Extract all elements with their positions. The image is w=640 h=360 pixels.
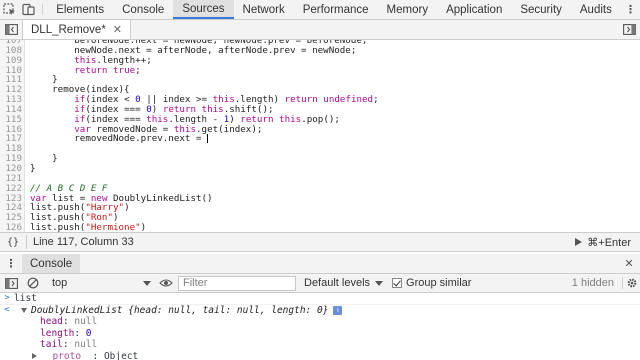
more-options-icon[interactable]: ⋮ xyxy=(621,0,640,19)
text-cursor xyxy=(207,134,209,144)
device-toolbar-icon[interactable] xyxy=(19,0,38,19)
dropdown-arrow-icon xyxy=(143,280,151,286)
property-name: tail xyxy=(40,339,63,350)
tab-elements[interactable]: Elements xyxy=(47,0,113,19)
property-name: head xyxy=(40,316,63,327)
tab-sources[interactable]: Sources xyxy=(173,0,234,19)
object-property-row: tail: null xyxy=(0,339,640,351)
context-label: top xyxy=(52,277,68,289)
property-value: null xyxy=(74,339,98,350)
cursor-position: Line 117, Column 33 xyxy=(33,236,134,248)
console-toolbar: top Default levels Group similar 1 hidde… xyxy=(0,274,640,293)
tab-console[interactable]: Console xyxy=(113,0,173,19)
tab-performance[interactable]: Performance xyxy=(294,0,378,19)
code-line[interactable]: 126 list.push("Hermione") xyxy=(0,223,640,232)
file-tab[interactable]: DLL_Remove* ✕ xyxy=(22,20,132,39)
tab-application[interactable]: Application xyxy=(437,0,511,19)
checkbox-checked-icon[interactable] xyxy=(392,278,403,288)
toolbar-divider xyxy=(42,4,44,15)
property-colon: : xyxy=(62,339,75,350)
hidden-count: 1 hidden xyxy=(571,277,614,289)
live-expression-eye-icon[interactable] xyxy=(157,278,175,288)
proto-value: Object xyxy=(103,350,139,360)
input-prompt-icon: > xyxy=(4,293,10,303)
object-summary[interactable]: DoublyLinkedList {head: null, tail: null… xyxy=(31,305,328,317)
show-navigator-icon[interactable] xyxy=(0,20,22,39)
log-levels-dropdown[interactable]: Default levels xyxy=(304,277,384,289)
file-tab-label: DLL_Remove* xyxy=(31,23,106,36)
console-output[interactable]: > list < DoublyLinkedList {head: null, t… xyxy=(0,293,640,360)
group-similar-toggle[interactable]: Group similar xyxy=(392,277,471,289)
property-colon: : xyxy=(62,316,75,327)
proto-name: __proto__ xyxy=(41,350,93,360)
expand-arrow-icon[interactable] xyxy=(21,307,27,313)
close-icon[interactable]: ✕ xyxy=(113,23,122,36)
drawer-menu-icon[interactable]: ⋮ xyxy=(0,254,22,273)
expand-arrow-icon[interactable] xyxy=(32,353,37,360)
proto-row[interactable]: __proto__: Object xyxy=(0,351,640,360)
code-text: } xyxy=(30,162,36,174)
run-snippet-button[interactable]: ⌘+Enter xyxy=(575,236,640,249)
context-selector[interactable]: top xyxy=(44,277,157,289)
code-line[interactable]: 118 xyxy=(0,144,640,154)
tab-audits[interactable]: Audits xyxy=(571,0,621,19)
object-property-row: length: 0 xyxy=(0,328,640,340)
line-number[interactable]: 126 xyxy=(0,223,25,232)
code-text: removedNode.prev.next = xyxy=(30,133,209,145)
play-icon xyxy=(575,238,583,246)
gear-icon[interactable] xyxy=(622,277,640,289)
code-lines: 107 beforeNode.next = newNode, newNode.p… xyxy=(0,40,640,232)
log-levels-label: Default levels xyxy=(304,277,371,289)
status-divider xyxy=(26,235,27,249)
console-result-row[interactable]: < DoublyLinkedList {head: null, tail: nu… xyxy=(0,305,640,317)
dropdown-arrow-icon xyxy=(375,280,384,286)
editor-status-bar: {} Line 117, Column 33 ⌘+Enter xyxy=(0,232,640,252)
code-line[interactable]: 120} xyxy=(0,164,640,174)
code-editor[interactable]: 107 beforeNode.next = newNode, newNode.p… xyxy=(0,40,640,232)
run-shortcut-label: ⌘+Enter xyxy=(587,236,631,249)
console-input-echo: > list xyxy=(0,293,640,305)
object-property-row: head: null xyxy=(0,316,640,328)
property-colon: : xyxy=(92,350,104,360)
tab-network[interactable]: Network xyxy=(234,0,294,19)
console-filter-input[interactable] xyxy=(178,275,296,291)
property-value: null xyxy=(74,316,98,327)
tab-security[interactable]: Security xyxy=(511,0,571,19)
clear-console-icon[interactable] xyxy=(22,277,44,289)
console-input-text: list xyxy=(14,293,37,304)
property-name: length xyxy=(40,327,75,339)
property-value: 0 xyxy=(85,327,92,339)
drawer-tab-console[interactable]: Console xyxy=(22,254,81,273)
code-text: list.push("Hermione") xyxy=(30,222,147,232)
tab-memory[interactable]: Memory xyxy=(378,0,438,19)
property-colon: : xyxy=(74,327,86,339)
inspect-element-icon[interactable] xyxy=(0,0,19,19)
result-prompt-icon: < xyxy=(4,304,10,315)
editor-tab-bar: DLL_Remove* ✕ xyxy=(0,20,640,40)
devtools-toolbar: Elements Console Sources Network Perform… xyxy=(0,0,640,20)
drawer-tab-bar: ⋮ Console ✕ xyxy=(0,254,640,274)
group-similar-label: Group similar xyxy=(406,277,472,289)
console-sidebar-icon[interactable] xyxy=(0,277,22,289)
code-line[interactable]: 110 return true; xyxy=(0,65,640,76)
show-debugger-icon[interactable] xyxy=(618,20,640,39)
info-icon[interactable]: i xyxy=(333,305,343,315)
code-line[interactable]: 119 } xyxy=(0,154,640,164)
pretty-print-icon[interactable]: {} xyxy=(0,237,26,248)
close-drawer-icon[interactable]: ✕ xyxy=(618,254,640,273)
code-line[interactable]: 117 removedNode.prev.next = xyxy=(0,134,640,144)
